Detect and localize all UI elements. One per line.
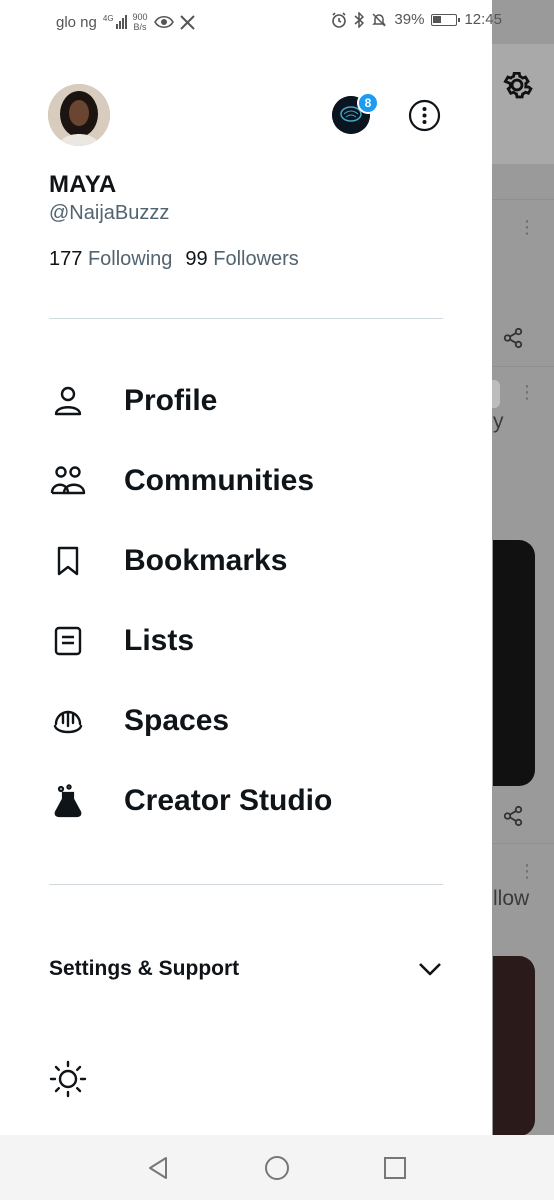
battery-level	[433, 15, 442, 23]
menu-item-lists[interactable]: Lists	[49, 616, 469, 666]
display-name[interactable]: MAYA	[49, 171, 116, 199]
menu-item-label: Spaces	[124, 704, 230, 737]
menu-item-spaces[interactable]: Spaces	[49, 696, 469, 746]
menu-item-label: Communities	[124, 464, 315, 497]
battery-icon	[431, 13, 461, 26]
feed-chip	[492, 380, 500, 408]
menu-item-communities[interactable]: Communities	[49, 456, 469, 506]
feed-partial-text: llow	[493, 887, 530, 910]
avatar[interactable]	[48, 84, 110, 146]
menu-item-bookmarks[interactable]: Bookmarks	[49, 536, 469, 586]
menu-item-label: Bookmarks	[124, 544, 288, 577]
recents-square-icon[interactable]	[380, 1153, 410, 1183]
settings-support-label: Settings & Support	[49, 957, 240, 980]
network-speed: 900 B/s	[133, 12, 148, 32]
followers-label: Followers	[213, 248, 299, 270]
menu-item-label: Creator Studio	[124, 784, 333, 817]
divider	[49, 884, 443, 885]
system-navigation-bar	[0, 1135, 554, 1200]
person-icon	[49, 382, 87, 420]
bookmark-icon	[49, 542, 87, 580]
following-label: Following	[87, 248, 173, 270]
followers-count: 99	[185, 248, 208, 270]
status-bar: glo ng 4G 900 B/s 39% 12:45	[0, 0, 554, 44]
navigation-drawer: 8 MAYA @NaijaBuzzz 177 Following 99 Foll…	[0, 0, 492, 1135]
bluetooth-icon	[354, 11, 365, 28]
network-type: 4G	[102, 14, 114, 23]
followers-link[interactable]: 99 Followers	[185, 248, 298, 271]
post-more-icon[interactable]: ⋮	[518, 218, 536, 236]
menu-item-label: Profile	[124, 384, 218, 417]
feed-partial-text: y	[493, 410, 504, 433]
settings-gear-icon[interactable]	[500, 68, 534, 102]
home-circle-icon[interactable]	[262, 1153, 292, 1183]
feed-media-image[interactable]	[493, 540, 535, 786]
more-options-icon[interactable]	[408, 99, 441, 132]
share-icon[interactable]	[502, 805, 524, 827]
feed-header-strip	[492, 44, 554, 164]
network-speed-value: 900	[132, 12, 148, 22]
network-speed-unit: B/s	[133, 22, 147, 32]
spaces-icon	[49, 702, 87, 740]
post-more-icon[interactable]: ⋮	[518, 862, 536, 880]
communities-icon	[49, 462, 87, 500]
menu-item-creator-studio[interactable]: Creator Studio	[49, 776, 469, 826]
creator-studio-icon	[49, 782, 87, 820]
menu-item-label: Lists	[124, 624, 195, 657]
share-icon[interactable]	[502, 327, 524, 349]
x-logo-icon	[179, 14, 195, 30]
alarm-icon	[332, 11, 347, 28]
battery-percent: 39%	[394, 11, 425, 28]
eye-icon	[153, 15, 174, 29]
back-triangle-icon[interactable]	[144, 1153, 174, 1183]
feed-media-image[interactable]	[493, 956, 535, 1136]
user-handle[interactable]: @NaijaBuzzz	[49, 202, 169, 225]
notification-badge: 8	[357, 92, 379, 114]
following-link[interactable]: 177 Following	[49, 248, 172, 271]
follow-stats: 177 Following 99 Followers	[49, 248, 299, 271]
carrier-name: glo ng	[56, 13, 97, 31]
display-theme-sun-icon[interactable]	[49, 1060, 87, 1098]
clock: 12:45	[464, 11, 502, 28]
settings-support-toggle[interactable]: Settings & Support	[49, 950, 443, 988]
following-count: 177	[49, 248, 83, 270]
post-more-icon[interactable]: ⋮	[518, 383, 536, 401]
signal-icon: 4G	[103, 15, 127, 29]
mute-icon	[372, 12, 387, 27]
menu-item-profile[interactable]: Profile	[49, 376, 469, 426]
list-icon	[49, 622, 87, 660]
chevron-down-icon	[419, 963, 441, 976]
divider	[49, 318, 443, 319]
